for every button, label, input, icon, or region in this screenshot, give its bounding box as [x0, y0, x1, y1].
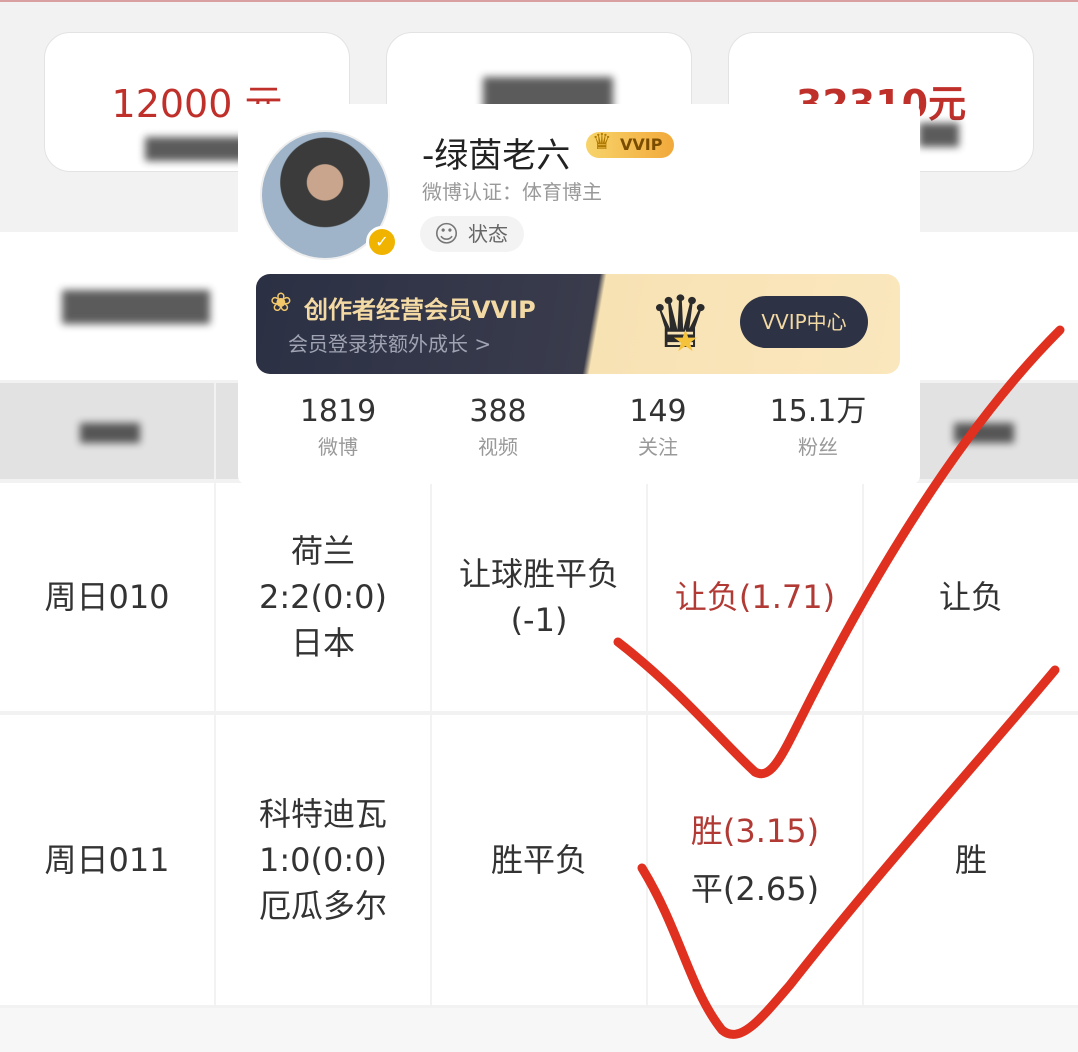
result: 让负	[938, 578, 1003, 616]
stat-value: 1819	[299, 394, 377, 429]
play-type: 让球胜平负	[458, 555, 619, 593]
banner-subtitle: 会员登录获额外成长 >	[288, 332, 492, 356]
pick-win: 胜(3.15)	[690, 812, 820, 850]
table-cell-result: 让负	[864, 483, 1078, 711]
star-icon: ★	[672, 324, 699, 359]
blurred-label	[919, 123, 959, 147]
result: 胜	[954, 841, 987, 879]
vvip-badge-label: VVIP	[620, 135, 663, 154]
match-number: 周日011	[44, 841, 170, 879]
certification-text: 微博认证：体育博主	[422, 180, 602, 204]
table-cell-pick: 胜(3.15) 平(2.65)	[648, 715, 862, 1005]
banner-title: 创作者经营会员VVIP	[304, 296, 536, 324]
stat-label: 视频	[478, 435, 518, 459]
stat-videos[interactable]: 388 视频	[428, 394, 568, 464]
stat-value: 15.1万	[769, 394, 867, 429]
pick: 让负(1.71)	[674, 578, 836, 616]
pick-draw: 平(2.65)	[690, 870, 820, 908]
stat-followers[interactable]: 15.1万 粉丝	[748, 394, 888, 464]
score: 2:2(0:0)	[259, 578, 387, 616]
table-cell-match-no: 周日011	[0, 715, 214, 1005]
stat-label: 微博	[318, 435, 358, 459]
stat-label: 粉丝	[798, 435, 838, 459]
home-team: 荷兰	[290, 532, 355, 570]
blurred-header	[80, 423, 140, 443]
crown-icon: ♛	[592, 130, 612, 155]
table-cell-result: 胜	[864, 715, 1078, 1005]
profile-name: -绿茵老六	[422, 136, 571, 176]
vvip-badge[interactable]: ♛ VVIP	[586, 130, 675, 158]
handicap: (-1)	[510, 601, 568, 639]
blurred-header	[954, 423, 1014, 443]
away-team: 日本	[290, 624, 355, 662]
table-cell-play-type: 让球胜平负 (-1)	[432, 483, 646, 711]
smile-icon: ☺	[434, 220, 460, 248]
vvip-center-button[interactable]: VVIP中心	[740, 296, 868, 348]
vvip-banner[interactable]: ❀ 创作者经营会员VVIP 会员登录获额外成长 > ♛ ★ VVIP中心	[256, 274, 900, 374]
crown-icon: ♛ ★	[648, 282, 713, 362]
score: 1:0(0:0)	[259, 841, 387, 879]
status-button[interactable]: ☺ 状态	[420, 216, 524, 252]
top-divider	[0, 0, 1078, 2]
table-cell-match: 科特迪瓦 1:0(0:0) 厄瓜多尔	[216, 715, 430, 1005]
away-team: 厄瓜多尔	[258, 887, 387, 925]
verified-badge-icon: ✓	[366, 226, 398, 258]
bottom-band	[0, 1008, 1078, 1052]
stat-value: 388	[469, 394, 527, 429]
play-type: 胜平负	[490, 841, 587, 879]
profile-card[interactable]: ✓ -绿茵老六 ♛ VVIP 微博认证：体育博主 ☺ 状态 ❀ 创作者经营会员V…	[238, 104, 920, 484]
status-label: 状态	[468, 222, 508, 246]
table-cell-play-type: 胜平负	[432, 715, 646, 1005]
table-header-cell	[0, 383, 214, 479]
table-cell-match: 荷兰 2:2(0:0) 日本	[216, 483, 430, 711]
stat-label: 关注	[638, 435, 678, 459]
home-team: 科特迪瓦	[258, 795, 387, 833]
creator-icon: ❀	[270, 288, 292, 318]
table-cell-match-no: 周日010	[0, 483, 214, 711]
stat-value: 149	[629, 394, 687, 429]
match-number: 周日010	[44, 578, 170, 616]
stat-weibo[interactable]: 1819 微博	[268, 394, 408, 464]
blurred-section-title	[62, 290, 210, 324]
table-cell-pick: 让负(1.71)	[648, 483, 862, 711]
stat-following[interactable]: 149 关注	[588, 394, 728, 464]
